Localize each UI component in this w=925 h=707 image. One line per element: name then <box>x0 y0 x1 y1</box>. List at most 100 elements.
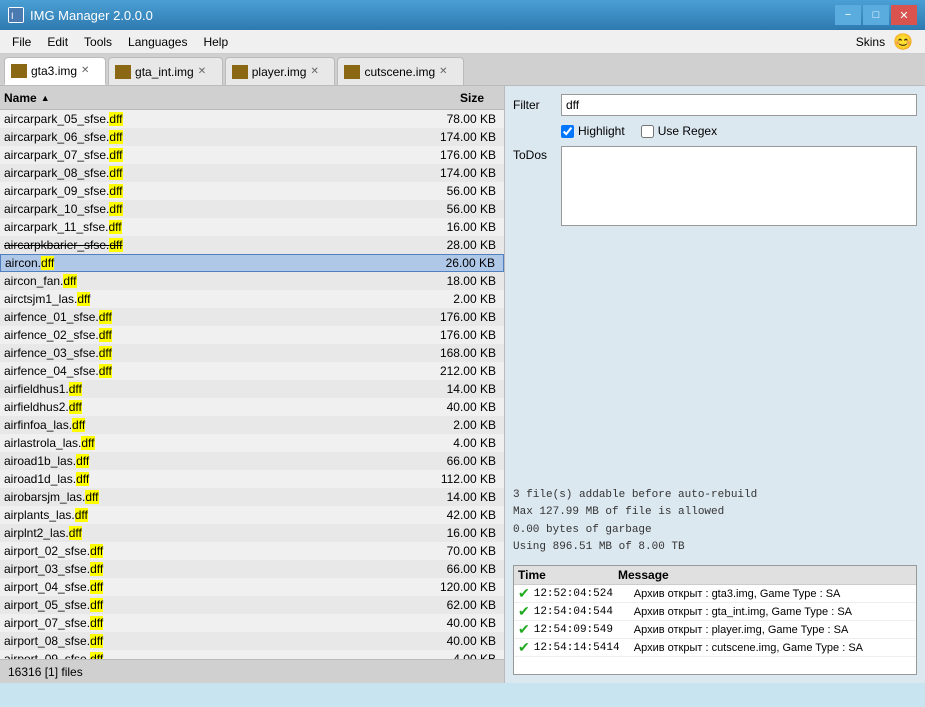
info-line: Max 127.99 MB of file is allowed <box>513 504 917 522</box>
table-row[interactable]: aircarpark_11_sfse.dff16.00 KB <box>0 218 504 236</box>
tabs-bar: gta3.img ✕ gta_int.img ✕ player.img ✕ cu… <box>0 54 925 86</box>
file-name: airport_08_sfse.dff <box>4 634 420 648</box>
tab-gta-int[interactable]: gta_int.img ✕ <box>108 57 223 85</box>
maximize-button[interactable]: □ <box>863 5 889 25</box>
log-row: ✔12:54:09:549Архив открыт : player.img, … <box>514 621 916 639</box>
menu-tools[interactable]: Tools <box>76 32 120 52</box>
file-ext-highlight: dff <box>90 616 103 630</box>
right-panel: Filter Highlight Use Regex ToDos 3 file(… <box>505 86 925 683</box>
app-title: IMG Manager 2.0.0.0 <box>30 8 153 23</box>
table-row[interactable]: aircarpark_05_sfse.dff78.00 KB <box>0 110 504 128</box>
log-status-icon: ✔ <box>518 603 530 620</box>
file-ext-highlight: dff <box>90 652 103 659</box>
table-row[interactable]: airfieldhus1.dff14.00 KB <box>0 380 504 398</box>
close-button[interactable]: ✕ <box>891 5 917 25</box>
log-time: 12:54:04:544 <box>534 606 634 618</box>
filter-input[interactable] <box>561 94 917 116</box>
table-row[interactable]: aircarpkbarier_sfse.dff28.00 KB <box>0 236 504 254</box>
table-row[interactable]: airoad1b_las.dff66.00 KB <box>0 452 504 470</box>
table-row[interactable]: airlastrola_las.dff4.00 KB <box>0 434 504 452</box>
table-row[interactable]: airport_05_sfse.dff62.00 KB <box>0 596 504 614</box>
file-ext-highlight: dff <box>99 346 112 360</box>
todos-row: ToDos <box>513 146 917 226</box>
menu-help[interactable]: Help <box>195 32 236 52</box>
minimize-button[interactable]: − <box>835 5 861 25</box>
table-row[interactable]: airport_09_sfse.dff4.00 KB <box>0 650 504 659</box>
table-row[interactable]: aircarpark_09_sfse.dff56.00 KB <box>0 182 504 200</box>
file-name: airfinfoa_las.dff <box>4 418 420 432</box>
log-status-icon: ✔ <box>518 621 530 638</box>
tab-cutscene[interactable]: cutscene.img ✕ <box>337 57 464 85</box>
col-name-label: Name <box>4 91 37 105</box>
file-name: airfieldhus1.dff <box>4 382 420 396</box>
table-row[interactable]: aircon_fan.dff18.00 KB <box>0 272 504 290</box>
file-ext-highlight: dff <box>69 526 82 540</box>
table-row[interactable]: airfieldhus2.dff40.00 KB <box>0 398 504 416</box>
file-size: 4.00 KB <box>420 652 500 659</box>
table-row[interactable]: airfence_02_sfse.dff176.00 KB <box>0 326 504 344</box>
table-row[interactable]: airctsjm1_las.dff2.00 KB <box>0 290 504 308</box>
table-row[interactable]: airport_08_sfse.dff40.00 KB <box>0 632 504 650</box>
table-row[interactable]: airfinfoa_las.dff2.00 KB <box>0 416 504 434</box>
table-row[interactable]: airfence_01_sfse.dff176.00 KB <box>0 308 504 326</box>
tab-close-gta3[interactable]: ✕ <box>81 65 93 77</box>
status-bar: 16316 [1] files <box>0 659 504 683</box>
log-time: 12:54:14:5414 <box>534 642 634 654</box>
menu-file[interactable]: File <box>4 32 39 52</box>
use-regex-checkbox-label[interactable]: Use Regex <box>641 124 717 138</box>
file-ext-highlight: dff <box>90 580 103 594</box>
table-row[interactable]: aircarpark_07_sfse.dff176.00 KB <box>0 146 504 164</box>
col-size-header[interactable]: Size <box>408 91 488 105</box>
file-name: airplnt2_las.dff <box>4 526 420 540</box>
filter-row: Filter <box>513 94 917 116</box>
file-ext-highlight: dff <box>90 598 103 612</box>
table-row[interactable]: aircon.dff26.00 KB <box>0 254 504 272</box>
file-size: 14.00 KB <box>420 490 500 504</box>
use-regex-checkbox[interactable] <box>641 125 654 138</box>
menu-edit[interactable]: Edit <box>39 32 76 52</box>
tab-close-gta-int[interactable]: ✕ <box>198 66 210 78</box>
file-name: airfieldhus2.dff <box>4 400 420 414</box>
file-size: 42.00 KB <box>420 508 500 522</box>
table-row[interactable]: aircarpark_06_sfse.dff174.00 KB <box>0 128 504 146</box>
table-row[interactable]: airport_07_sfse.dff40.00 KB <box>0 614 504 632</box>
file-size: 40.00 KB <box>420 400 500 414</box>
file-size: 28.00 KB <box>420 238 500 252</box>
table-row[interactable]: airplants_las.dff42.00 KB <box>0 506 504 524</box>
table-row[interactable]: airport_04_sfse.dff120.00 KB <box>0 578 504 596</box>
file-name: airport_04_sfse.dff <box>4 580 420 594</box>
log-header: Time Message <box>514 566 916 585</box>
todos-textarea[interactable] <box>561 146 917 226</box>
table-row[interactable]: airobarsjm_las.dff14.00 KB <box>0 488 504 506</box>
tab-player[interactable]: player.img ✕ <box>225 57 336 85</box>
col-name-header[interactable]: Name ▲ <box>4 91 408 105</box>
checkbox-row: Highlight Use Regex <box>513 124 917 138</box>
file-ext-highlight: dff <box>109 238 122 252</box>
tab-icon-cutscene <box>344 65 360 79</box>
highlight-checkbox[interactable] <box>561 125 574 138</box>
log-time: 12:52:04:524 <box>534 588 634 600</box>
highlight-checkbox-label[interactable]: Highlight <box>561 124 625 138</box>
table-row[interactable]: airoad1d_las.dff112.00 KB <box>0 470 504 488</box>
log-status-icon: ✔ <box>518 585 530 602</box>
table-row[interactable]: aircarpark_10_sfse.dff56.00 KB <box>0 200 504 218</box>
file-list-container[interactable]: aircarpark_05_sfse.dff78.00 KBaircarpark… <box>0 110 504 659</box>
file-size: 40.00 KB <box>420 634 500 648</box>
status-text: 16316 [1] files <box>8 665 83 679</box>
table-row[interactable]: aircarpark_08_sfse.dff174.00 KB <box>0 164 504 182</box>
file-name: aircarpark_06_sfse.dff <box>4 130 420 144</box>
table-row[interactable]: airfence_03_sfse.dff168.00 KB <box>0 344 504 362</box>
table-row[interactable]: airport_03_sfse.dff66.00 KB <box>0 560 504 578</box>
table-row[interactable]: airplnt2_las.dff16.00 KB <box>0 524 504 542</box>
tab-close-cutscene[interactable]: ✕ <box>439 66 451 78</box>
file-ext-highlight: dff <box>109 166 122 180</box>
table-row[interactable]: airfence_04_sfse.dff212.00 KB <box>0 362 504 380</box>
menu-languages[interactable]: Languages <box>120 32 195 52</box>
tab-gta3[interactable]: gta3.img ✕ <box>4 57 106 85</box>
table-row[interactable]: airport_02_sfse.dff70.00 KB <box>0 542 504 560</box>
log-panel[interactable]: Time Message ✔12:52:04:524Архив открыт :… <box>513 565 917 675</box>
file-ext-highlight: dff <box>99 328 112 342</box>
file-name: airfence_02_sfse.dff <box>4 328 420 342</box>
log-status-icon: ✔ <box>518 639 530 656</box>
tab-close-player[interactable]: ✕ <box>310 66 322 78</box>
